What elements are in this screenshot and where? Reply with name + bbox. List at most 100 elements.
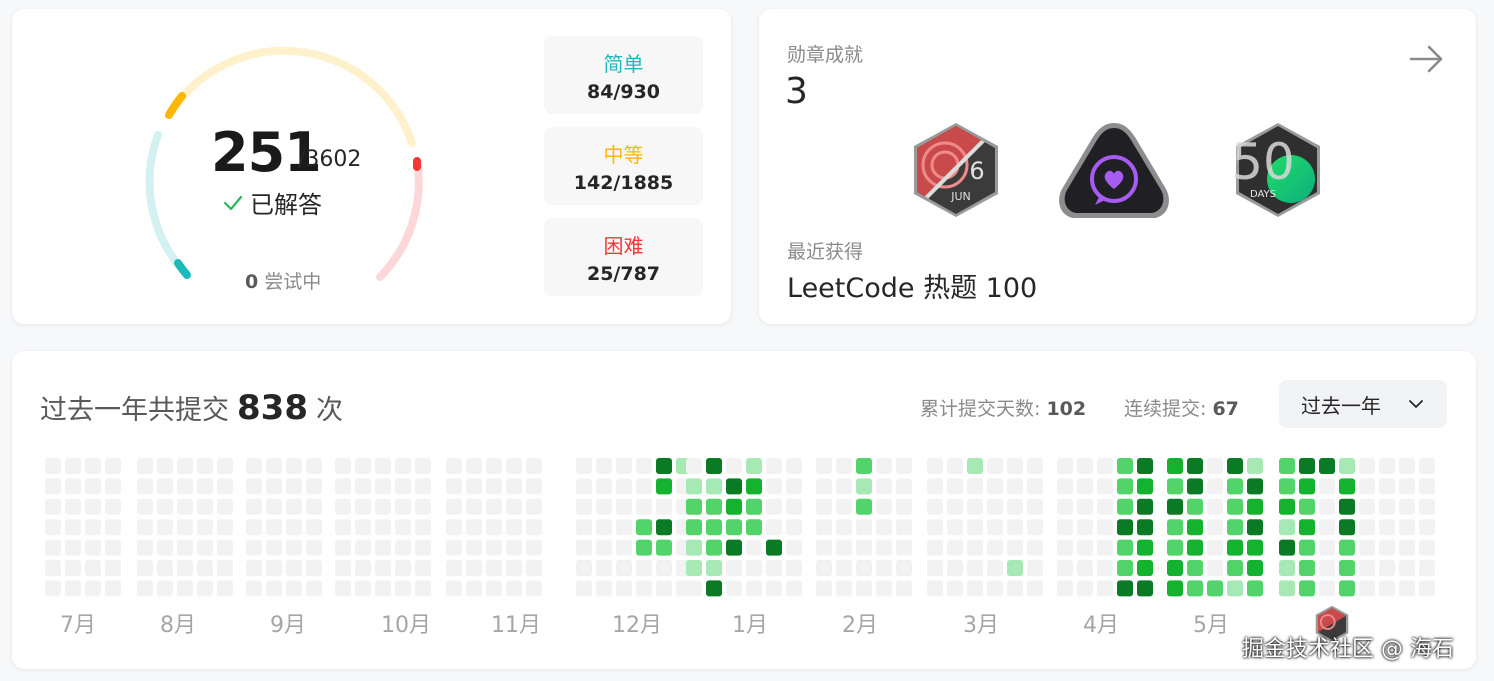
heatmap-cell[interactable] <box>1057 458 1073 474</box>
heatmap-cell[interactable] <box>1227 580 1243 597</box>
heatmap-cell[interactable] <box>197 519 213 536</box>
heart-chat-badge-icon[interactable] <box>1051 117 1177 227</box>
heatmap-cell[interactable] <box>1299 560 1315 576</box>
heatmap-cell[interactable] <box>686 560 702 576</box>
heatmap-cell[interactable] <box>816 519 832 536</box>
heatmap-cell[interactable] <box>506 560 522 576</box>
heatmap-cell[interactable] <box>686 458 702 474</box>
heatmap-cell[interactable] <box>306 539 322 556</box>
heatmap-cell[interactable] <box>1319 458 1335 474</box>
heatmap-cell[interactable] <box>217 539 233 556</box>
heatmap-cell[interactable] <box>1399 498 1415 515</box>
heatmap-cell[interactable] <box>1077 580 1093 597</box>
heatmap-cell[interactable] <box>1007 560 1023 576</box>
heatmap-cell[interactable] <box>486 560 502 576</box>
heatmap-cell[interactable] <box>876 539 892 556</box>
heatmap-cell[interactable] <box>217 580 233 597</box>
heatmap-cell[interactable] <box>1027 519 1043 536</box>
heatmap-cell[interactable] <box>947 478 963 495</box>
heatmap-cell[interactable] <box>1167 519 1183 536</box>
heatmap-cell[interactable] <box>896 458 912 474</box>
heatmap-cell[interactable] <box>706 539 722 556</box>
heatmap-cell[interactable] <box>526 539 542 556</box>
heatmap-cell[interactable] <box>266 580 282 597</box>
heatmap-cell[interactable] <box>856 560 872 576</box>
heatmap-cell[interactable] <box>1319 580 1335 597</box>
heatmap-cell[interactable] <box>1339 498 1355 515</box>
heatmap-cell[interactable] <box>1379 539 1395 556</box>
heatmap-cell[interactable] <box>1207 539 1223 556</box>
heatmap-cell[interactable] <box>967 498 983 515</box>
heatmap-cell[interactable] <box>446 539 462 556</box>
heatmap-cell[interactable] <box>1007 478 1023 495</box>
heatmap-cell[interactable] <box>526 458 542 474</box>
heatmap-cell[interactable] <box>306 498 322 515</box>
heatmap-cell[interactable] <box>137 498 153 515</box>
heatmap-cell[interactable] <box>656 560 672 576</box>
heatmap-cell[interactable] <box>335 539 351 556</box>
heatmap-cell[interactable] <box>967 560 983 576</box>
heatmap-cell[interactable] <box>1097 560 1113 576</box>
heatmap-cell[interactable] <box>1247 519 1263 536</box>
heatmap-cell[interactable] <box>596 498 612 515</box>
heatmap-cell[interactable] <box>1247 498 1263 515</box>
heatmap-cell[interactable] <box>1247 539 1263 556</box>
heatmap-cell[interactable] <box>967 458 983 474</box>
heatmap-cell[interactable] <box>1399 580 1415 597</box>
heatmap-cell[interactable] <box>375 580 391 597</box>
heatmap-cell[interactable] <box>947 580 963 597</box>
heatmap-cell[interactable] <box>246 478 262 495</box>
heatmap-cell[interactable] <box>415 478 431 495</box>
heatmap-cell[interactable] <box>375 539 391 556</box>
heatmap-cell[interactable] <box>335 560 351 576</box>
heatmap-cell[interactable] <box>1077 539 1093 556</box>
heatmap-cell[interactable] <box>1007 539 1023 556</box>
heatmap-cell[interactable] <box>1339 560 1355 576</box>
heatmap-cell[interactable] <box>1279 498 1295 515</box>
heatmap-cell[interactable] <box>1077 560 1093 576</box>
heatmap-cell[interactable] <box>506 519 522 536</box>
difficulty-easy[interactable]: 简单 84/930 <box>544 36 703 114</box>
heatmap-cell[interactable] <box>217 478 233 495</box>
heatmap-cell[interactable] <box>1247 580 1263 597</box>
heatmap-cell[interactable] <box>1379 580 1395 597</box>
heatmap-cell[interactable] <box>157 498 173 515</box>
heatmap-cell[interactable] <box>157 539 173 556</box>
heatmap-cell[interactable] <box>726 458 742 474</box>
heatmap-cell[interactable] <box>816 580 832 597</box>
heatmap-cell[interactable] <box>177 458 193 474</box>
heatmap-cell[interactable] <box>1399 539 1415 556</box>
heatmap-cell[interactable] <box>1419 580 1435 597</box>
heatmap-cell[interactable] <box>896 519 912 536</box>
heatmap-cell[interactable] <box>1187 580 1203 597</box>
heatmap-cell[interactable] <box>486 458 502 474</box>
heatmap-cell[interactable] <box>197 458 213 474</box>
heatmap-cell[interactable] <box>987 478 1003 495</box>
heatmap-cell[interactable] <box>1379 560 1395 576</box>
heatmap-cell[interactable] <box>197 478 213 495</box>
heatmap-cell[interactable] <box>526 580 542 597</box>
heatmap-cell[interactable] <box>1057 519 1073 536</box>
heatmap-cell[interactable] <box>246 580 262 597</box>
heatmap-cell[interactable] <box>746 580 762 597</box>
heatmap-cell[interactable] <box>947 458 963 474</box>
heatmap-cell[interactable] <box>1379 498 1395 515</box>
heatmap-cell[interactable] <box>137 519 153 536</box>
heatmap-cell[interactable] <box>1137 560 1153 576</box>
heatmap-cell[interactable] <box>266 478 282 495</box>
heatmap-cell[interactable] <box>766 478 782 495</box>
heatmap-cell[interactable] <box>746 458 762 474</box>
heatmap-cell[interactable] <box>177 519 193 536</box>
heatmap-cell[interactable] <box>856 580 872 597</box>
heatmap-cell[interactable] <box>415 519 431 536</box>
heatmap-cell[interactable] <box>1187 560 1203 576</box>
heatmap-cell[interactable] <box>217 560 233 576</box>
heatmap-cell[interactable] <box>1027 539 1043 556</box>
heatmap-cell[interactable] <box>876 560 892 576</box>
heatmap-cell[interactable] <box>987 539 1003 556</box>
heatmap-cell[interactable] <box>45 458 61 474</box>
heatmap-cell[interactable] <box>1279 560 1295 576</box>
heatmap-cell[interactable] <box>1137 580 1153 597</box>
heatmap-cell[interactable] <box>636 519 652 536</box>
heatmap-cell[interactable] <box>1117 539 1133 556</box>
